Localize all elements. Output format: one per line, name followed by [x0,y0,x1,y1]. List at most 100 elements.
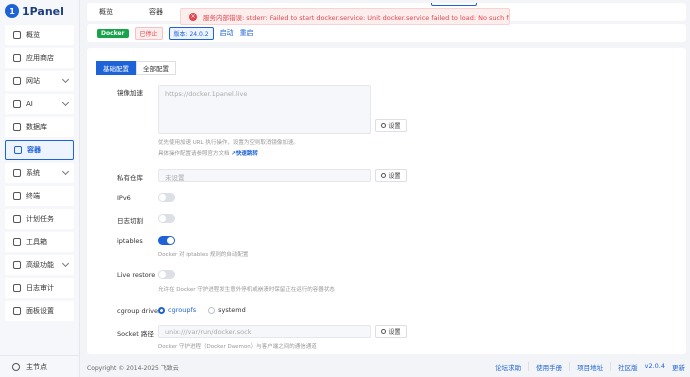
sidebar: 1 1Panel 概览 应用商店 网站 AI 数据库 容器 系统 终端 计划任务… [0,0,80,377]
ai-icon [13,100,21,108]
sidebar-item-label: 数据库 [26,123,47,131]
dashboard-icon [13,31,21,39]
log-icon [13,284,21,292]
iptables-switch[interactable] [158,236,175,245]
cgroup-radio-group: cgroupfs systemd [158,306,246,314]
forum-link[interactable]: 论坛求助 [495,362,521,372]
registry-input[interactable]: 未设置 [158,169,371,182]
sidebar-item-container[interactable]: 容器 [5,140,74,160]
live-restore-row: Live restore 允许在 Docker 守护进程发生意外停机或崩溃时保留… [87,270,686,293]
sidebar-item-cron[interactable]: 计划任务 [5,209,74,229]
socket-label: Socket 路径 [117,330,154,338]
mirror-label: 镜像加速 [117,89,143,97]
ipv6-row: IPv6 [87,193,686,202]
sidebar-item-label: 工具箱 [26,238,47,246]
socket-set-button[interactable]: 设置 [375,325,407,338]
gear-icon [381,123,387,128]
help-text: 具体操作配置请参照官方文档 [158,151,230,157]
footer-links: 论坛求助 使用手册 项目地址 社区版 v2.0.4 更新 [495,362,685,372]
ipv6-label: IPv6 [117,194,131,202]
sidebar-item-overview[interactable]: 概览 [5,25,74,45]
copyright: Copyright © 2014-2025 飞致云 [87,365,179,372]
container-icon [14,146,22,154]
iptables-help: Docker 对 iptables 规则的自动配置 [158,252,249,258]
iptables-label: iptables [117,237,143,245]
sidebar-item-label: 日志审计 [26,284,54,292]
tab-container[interactable]: 容器 [149,7,163,17]
radio-systemd[interactable]: systemd [208,306,246,314]
gear-icon [381,329,387,334]
sidebar-item-terminal[interactable]: 终端 [5,186,74,206]
sidebar-item-label: 高级功能 [26,261,54,269]
sidebar-item-label: 终端 [26,192,40,200]
page-footer: Copyright © 2014-2025 飞致云 论坛求助 使用手册 项目地址… [80,358,690,377]
sidebar-item-label: 应用商店 [26,54,54,62]
log-cut-switch[interactable] [158,214,175,223]
status-badge: 已停止 [134,26,163,40]
logo[interactable]: 1 1Panel [0,0,79,22]
sidebar-item-website[interactable]: 网站 [5,71,74,91]
registry-label: 私有仓库 [117,174,143,182]
divider [569,362,571,371]
settings-icon [13,307,21,315]
iptables-row: iptables Docker 对 iptables 规则的自动配置 [87,236,686,258]
globe-icon [13,77,21,85]
gear-icon [381,173,387,178]
terminal-icon [13,192,21,200]
sidebar-item-label: 容器 [27,146,41,154]
sidebar-item-system[interactable]: 系统 [5,163,74,183]
radio-cgroupfs[interactable]: cgroupfs [158,306,196,314]
live-restore-switch[interactable] [158,270,175,279]
radio-dot [208,306,216,314]
button-label: 设置 [388,123,401,130]
sidebar-item-label: 计划任务 [26,215,54,223]
tab-basic-config[interactable]: 基础配置 [96,61,136,75]
chevron-down-icon [61,75,70,84]
error-toast: × 服务内部错误: stderr: Failed to start docker… [180,8,510,25]
sidebar-item-advanced[interactable]: 高级功能 [5,255,74,275]
sidebar-item-label: AI [26,100,33,108]
sidebar-item-toolbox[interactable]: 工具箱 [5,232,74,252]
manual-link[interactable]: 使用手册 [536,362,562,372]
app-store-icon [13,54,21,62]
edition-label: 社区版 [618,364,638,372]
user-icon [12,362,20,371]
version-label: v2.0.4 [644,362,665,370]
calendar-icon [13,215,21,223]
main-node-switch[interactable]: 主节点 [0,355,80,377]
ipv6-switch[interactable] [158,193,175,202]
tab-overview[interactable]: 概览 [99,7,113,17]
logo-text: 1Panel [22,4,64,18]
sidebar-item-settings[interactable]: 面板设置 [5,301,74,321]
divider [528,362,530,371]
error-message: 服务内部错误: stderr: Failed to start docker.s… [203,13,510,22]
registry-set-button[interactable]: 设置 [375,169,407,182]
docker-status-bar: Docker 已停止 版本: 24.0.2 启动 重启 [87,24,686,42]
version-badge: 版本: 24.0.2 [168,26,214,40]
sidebar-item-app-store[interactable]: 应用商店 [5,48,74,68]
mirror-set-button[interactable]: 设置 [375,119,407,132]
sidebar-item-database[interactable]: 数据库 [5,117,74,137]
project-link[interactable]: 项目地址 [577,362,603,372]
update-link[interactable]: 更新 [672,362,685,372]
button-label: 设置 [388,329,401,336]
quick-jump-link[interactable]: ↗快速跳转 [231,151,258,157]
settings-panel: 基础配置 全部配置 镜像加速 https://docker.1panel.liv… [87,48,686,354]
live-restore-label: Live restore [117,271,156,279]
sidebar-item-log-audit[interactable]: 日志审计 [5,278,74,298]
chevron-down-icon [61,98,70,107]
radio-label: systemd [218,306,246,314]
mirror-textarea[interactable]: https://docker.1panel.live [158,85,371,134]
active-tab-indicator [431,3,477,6]
tab-all-config[interactable]: 全部配置 [136,61,176,75]
restart-button[interactable]: 重启 [240,28,254,38]
socket-input[interactable]: unix:///var/run/docker.sock [158,325,371,338]
sidebar-item-label: 网站 [26,77,40,85]
toolbox-icon [13,238,21,246]
sidebar-item-ai[interactable]: AI [5,94,74,114]
sidebar-item-label: 面板设置 [26,307,54,315]
radio-dot [158,306,165,314]
start-button[interactable]: 启动 [220,28,234,38]
error-icon: × [189,12,197,21]
main-node-label: 主节点 [26,362,47,371]
